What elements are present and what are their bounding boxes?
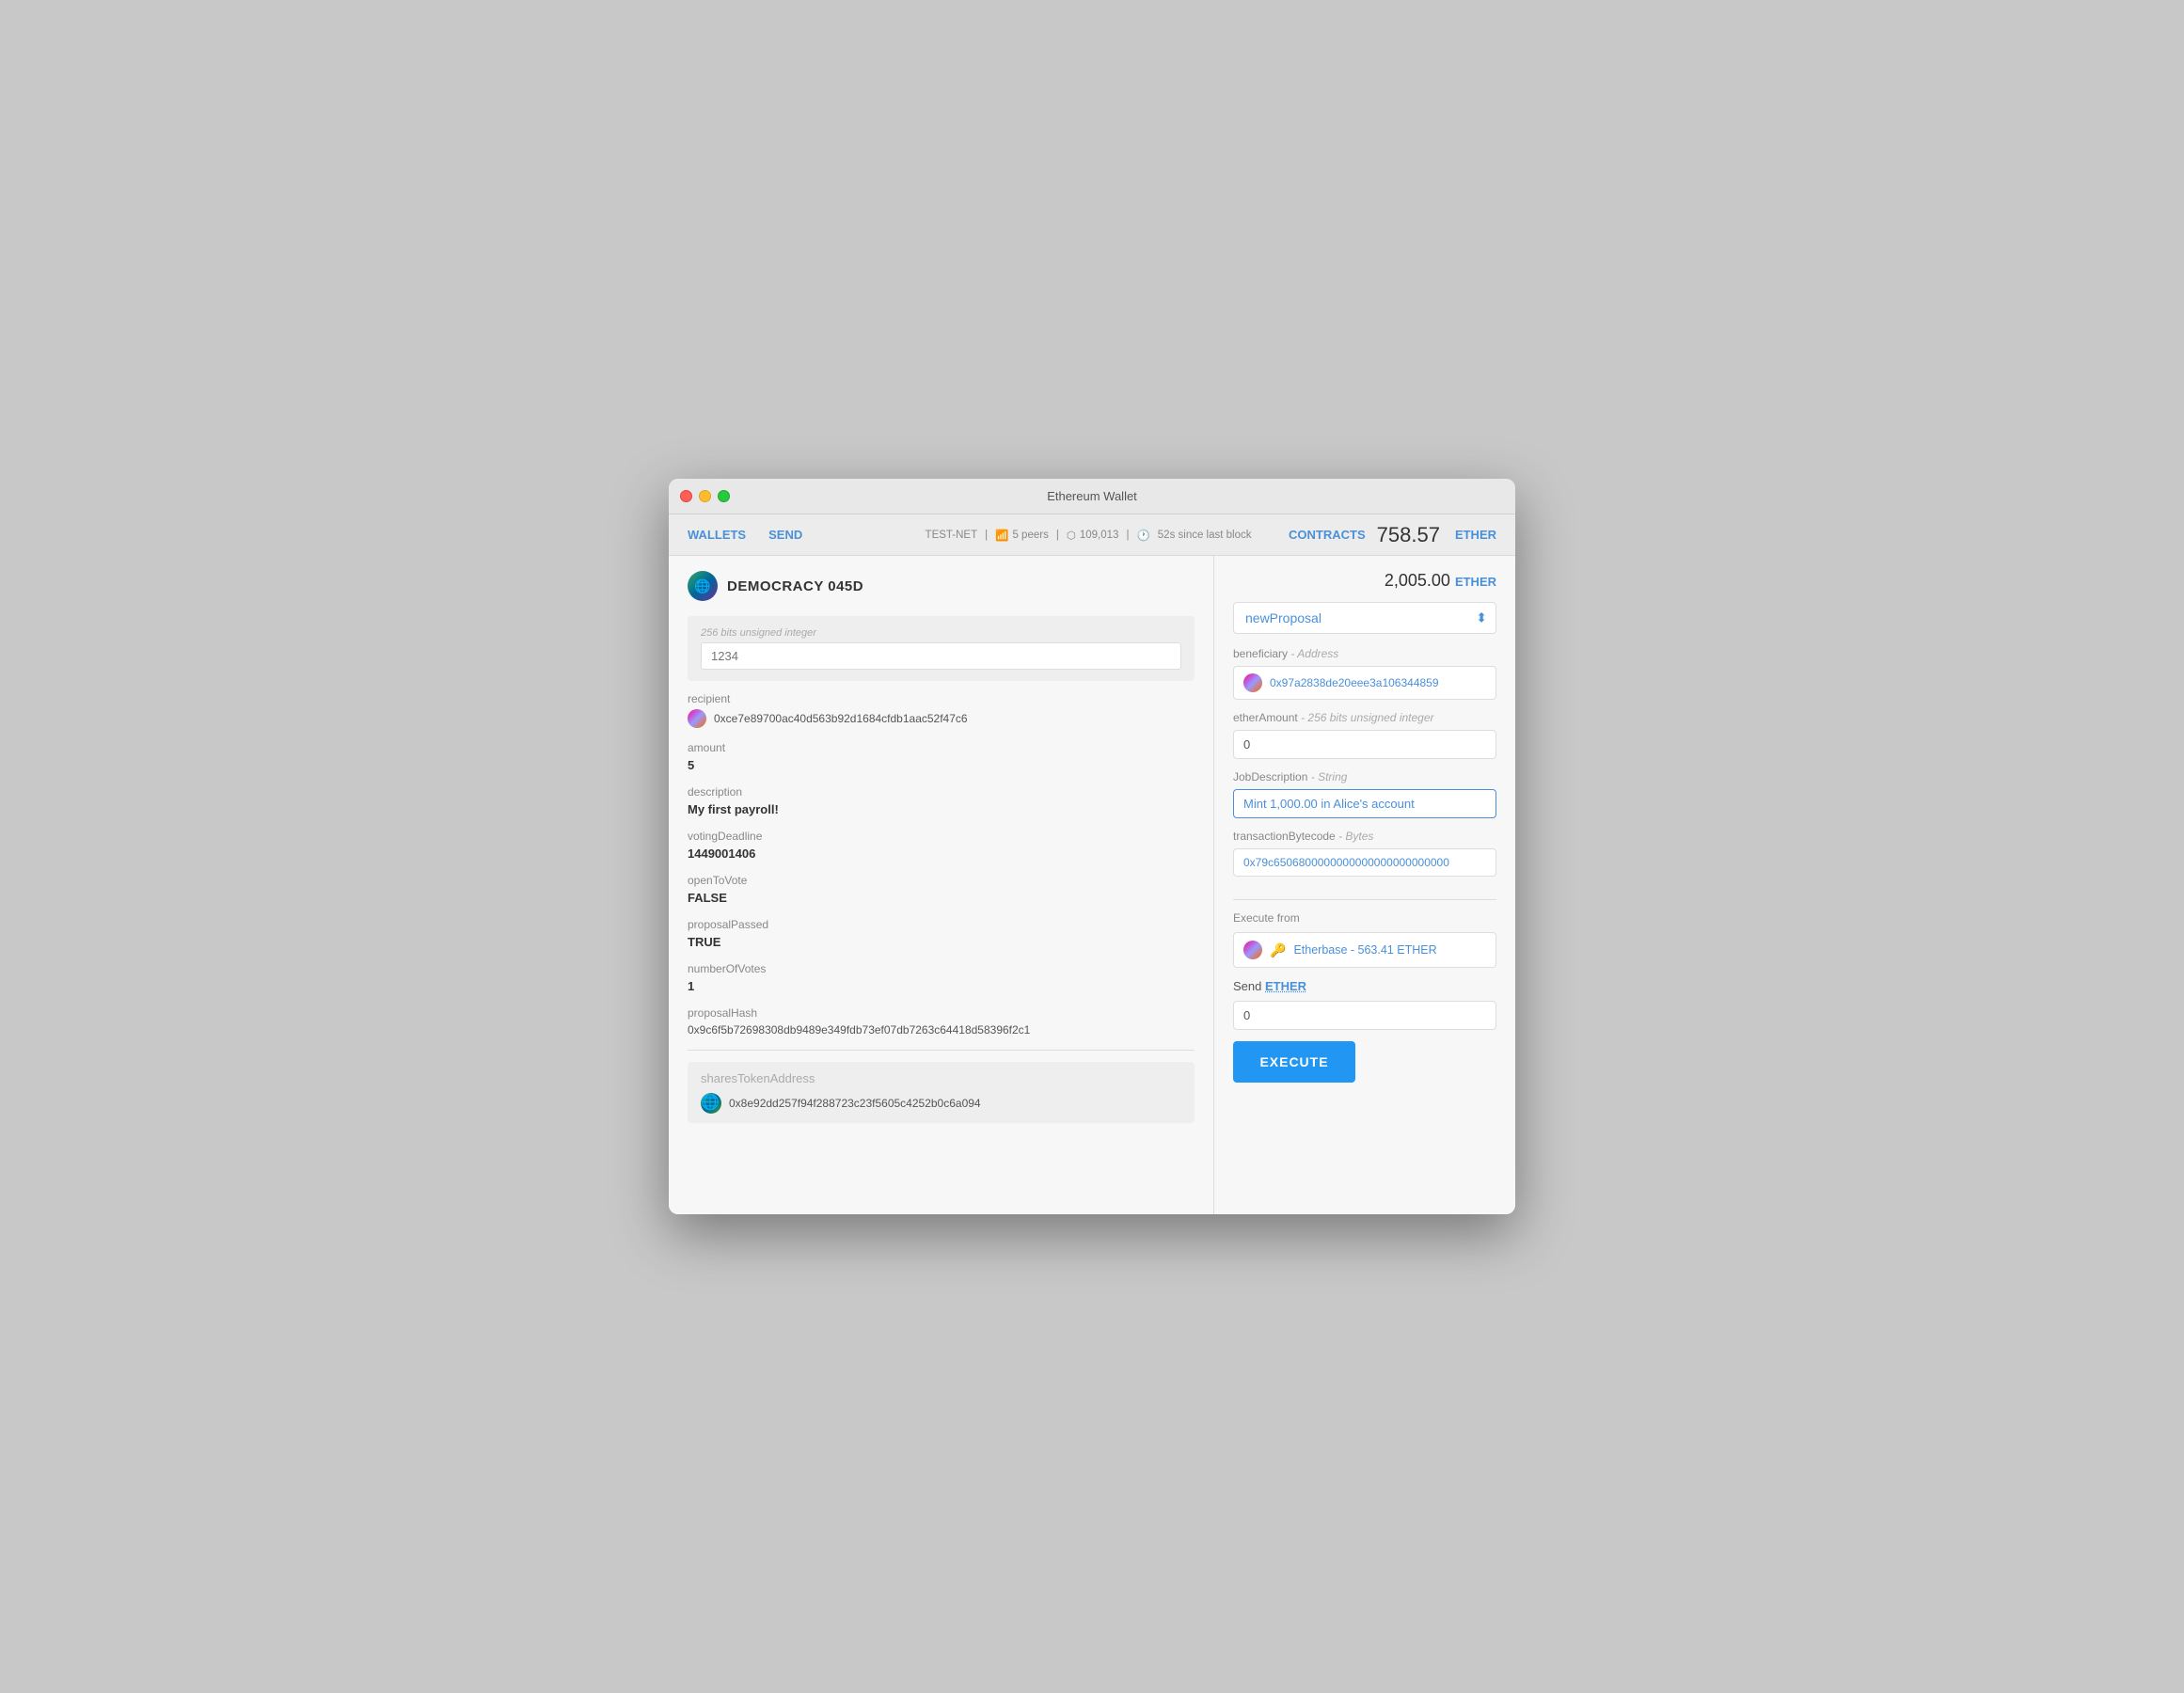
- divider3: |: [1126, 530, 1129, 541]
- close-button[interactable]: [680, 490, 692, 502]
- right-balance: 2,005.00 ETHER: [1233, 571, 1496, 591]
- amount-value: 5: [688, 758, 1195, 772]
- divider2: |: [1056, 530, 1059, 541]
- amount-label: amount: [688, 741, 1195, 754]
- send-ether-input[interactable]: [1233, 1001, 1496, 1030]
- nav-bar: WALLETS SEND TEST-NET | 📶 5 peers | ⬡ 10…: [669, 514, 1515, 556]
- send-ether-unit: ETHER: [1265, 979, 1306, 993]
- wifi-icon: 📶: [995, 529, 1008, 542]
- clock-icon: 🕐: [1136, 529, 1149, 542]
- key-icon: 🔑: [1270, 942, 1286, 958]
- proposal-hash-label: proposalHash: [688, 1006, 1195, 1020]
- etherbase-label: Etherbase - 563.41 ETHER: [1293, 943, 1436, 957]
- separator: [688, 1050, 1195, 1051]
- tx-bytecode-label: transactionBytecode - Bytes: [1233, 830, 1496, 843]
- window-title: Ethereum Wallet: [1047, 489, 1137, 503]
- description-label: description: [688, 785, 1195, 799]
- minimize-button[interactable]: [699, 490, 711, 502]
- beneficiary-label: beneficiary - Address: [1233, 647, 1496, 660]
- job-desc-label: JobDescription - String: [1233, 770, 1496, 783]
- left-panel: 🌐 DEMOCRACY 045D 256 bits unsigned integ…: [669, 556, 1214, 1214]
- proposal-passed-group: proposalPassed TRUE: [688, 918, 1195, 949]
- open-to-vote-label: openToVote: [688, 874, 1195, 887]
- right-panel: 2,005.00 ETHER newProposal ⬍ beneficiary…: [1214, 556, 1515, 1214]
- shares-addr-row: 🌐 0x8e92dd257f94f288723c23f5605c4252b0c6…: [701, 1093, 1181, 1114]
- beneficiary-address-row: 0x97a2838de20eee3a106344859: [1233, 666, 1496, 700]
- number-of-votes-group: numberOfVotes 1: [688, 962, 1195, 993]
- contracts-nav-link[interactable]: CONTRACTS: [1289, 528, 1366, 542]
- voting-deadline-label: votingDeadline: [688, 830, 1195, 843]
- etherbase-avatar: [1243, 941, 1262, 959]
- tx-bytecode-input[interactable]: [1233, 848, 1496, 877]
- recipient-address: 0xce7e89700ac40d563b92d1684cfdb1aac52f47…: [714, 712, 968, 725]
- shares-avatar: 🌐: [701, 1093, 721, 1114]
- uint-label: 256 bits unsigned integer: [701, 627, 1181, 639]
- send-ether-label: Send ETHER: [1233, 979, 1496, 993]
- execute-section: Execute from 🔑 Etherbase - 563.41 ETHER …: [1233, 911, 1496, 1083]
- nav-center: TEST-NET | 📶 5 peers | ⬡ 109,013 | 🕐 52s…: [888, 529, 1289, 542]
- main-content: 🌐 DEMOCRACY 045D 256 bits unsigned integ…: [669, 556, 1515, 1214]
- ether-amount-label: etherAmount - 256 bits unsigned integer: [1233, 711, 1496, 724]
- last-block-info: 52s since last block: [1158, 530, 1252, 541]
- wallets-nav-link[interactable]: WALLETS: [688, 528, 746, 542]
- proposal-hash-group: proposalHash 0x9c6f5b72698308db9489e349f…: [688, 1006, 1195, 1036]
- contract-header: 🌐 DEMOCRACY 045D: [688, 571, 1195, 601]
- number-of-votes-value: 1: [688, 979, 1195, 993]
- number-of-votes-label: numberOfVotes: [688, 962, 1195, 975]
- contract-icon: 🌐: [688, 571, 718, 601]
- shares-token-box: sharesTokenAddress 🌐 0x8e92dd257f94f2887…: [688, 1062, 1195, 1123]
- peers-info: 📶 5 peers: [995, 529, 1049, 542]
- description-value: My first payroll!: [688, 802, 1195, 816]
- nav-balance-unit: ETHER: [1455, 528, 1496, 542]
- execute-from-label: Execute from: [1233, 911, 1496, 925]
- app-window: Ethereum Wallet WALLETS SEND TEST-NET | …: [669, 479, 1515, 1214]
- function-dropdown-wrapper[interactable]: newProposal ⬍: [1233, 602, 1496, 634]
- beneficiary-address: 0x97a2838de20eee3a106344859: [1270, 676, 1439, 689]
- open-to-vote-value: FALSE: [688, 891, 1195, 905]
- maximize-button[interactable]: [718, 490, 730, 502]
- shares-label: sharesTokenAddress: [701, 1071, 1181, 1085]
- nav-right: CONTRACTS 758.57 ETHER: [1289, 523, 1496, 547]
- proposal-hash-value: 0x9c6f5b72698308db9489e349fdb73ef07db726…: [688, 1023, 1195, 1036]
- voting-deadline-value: 1449001406: [688, 846, 1195, 861]
- ether-amount-input[interactable]: [1233, 730, 1496, 759]
- blocks-icon: ⬡: [1067, 529, 1076, 542]
- recipient-avatar: [688, 709, 706, 728]
- nav-left: WALLETS SEND: [688, 528, 888, 542]
- execute-separator: [1233, 899, 1496, 900]
- uint-input[interactable]: [701, 642, 1181, 670]
- title-bar: Ethereum Wallet: [669, 479, 1515, 514]
- recipient-address-row: 0xce7e89700ac40d563b92d1684cfdb1aac52f47…: [688, 709, 1195, 728]
- network-label: TEST-NET: [926, 530, 978, 541]
- beneficiary-avatar: [1243, 673, 1262, 692]
- recipient-group: recipient 0xce7e89700ac40d563b92d1684cfd…: [688, 692, 1195, 728]
- job-desc-input[interactable]: [1233, 789, 1496, 818]
- proposal-passed-label: proposalPassed: [688, 918, 1195, 931]
- contract-title: DEMOCRACY 045D: [727, 578, 863, 594]
- recipient-label: recipient: [688, 692, 1195, 705]
- uint-section: 256 bits unsigned integer: [688, 616, 1195, 681]
- blocks-info: ⬡ 109,013: [1067, 529, 1119, 542]
- proposal-passed-value: TRUE: [688, 935, 1195, 949]
- open-to-vote-group: openToVote FALSE: [688, 874, 1195, 905]
- execute-button[interactable]: EXECUTE: [1233, 1041, 1355, 1083]
- send-nav-link[interactable]: SEND: [768, 528, 802, 542]
- divider1: |: [985, 530, 988, 541]
- amount-group: amount 5: [688, 741, 1195, 772]
- window-controls: [680, 490, 730, 502]
- shares-address: 0x8e92dd257f94f288723c23f5605c4252b0c6a0…: [729, 1097, 981, 1110]
- voting-deadline-group: votingDeadline 1449001406: [688, 830, 1195, 861]
- function-dropdown[interactable]: newProposal: [1233, 602, 1496, 634]
- nav-balance: 758.57: [1377, 523, 1440, 547]
- description-group: description My first payroll!: [688, 785, 1195, 816]
- execute-from-row[interactable]: 🔑 Etherbase - 563.41 ETHER: [1233, 932, 1496, 968]
